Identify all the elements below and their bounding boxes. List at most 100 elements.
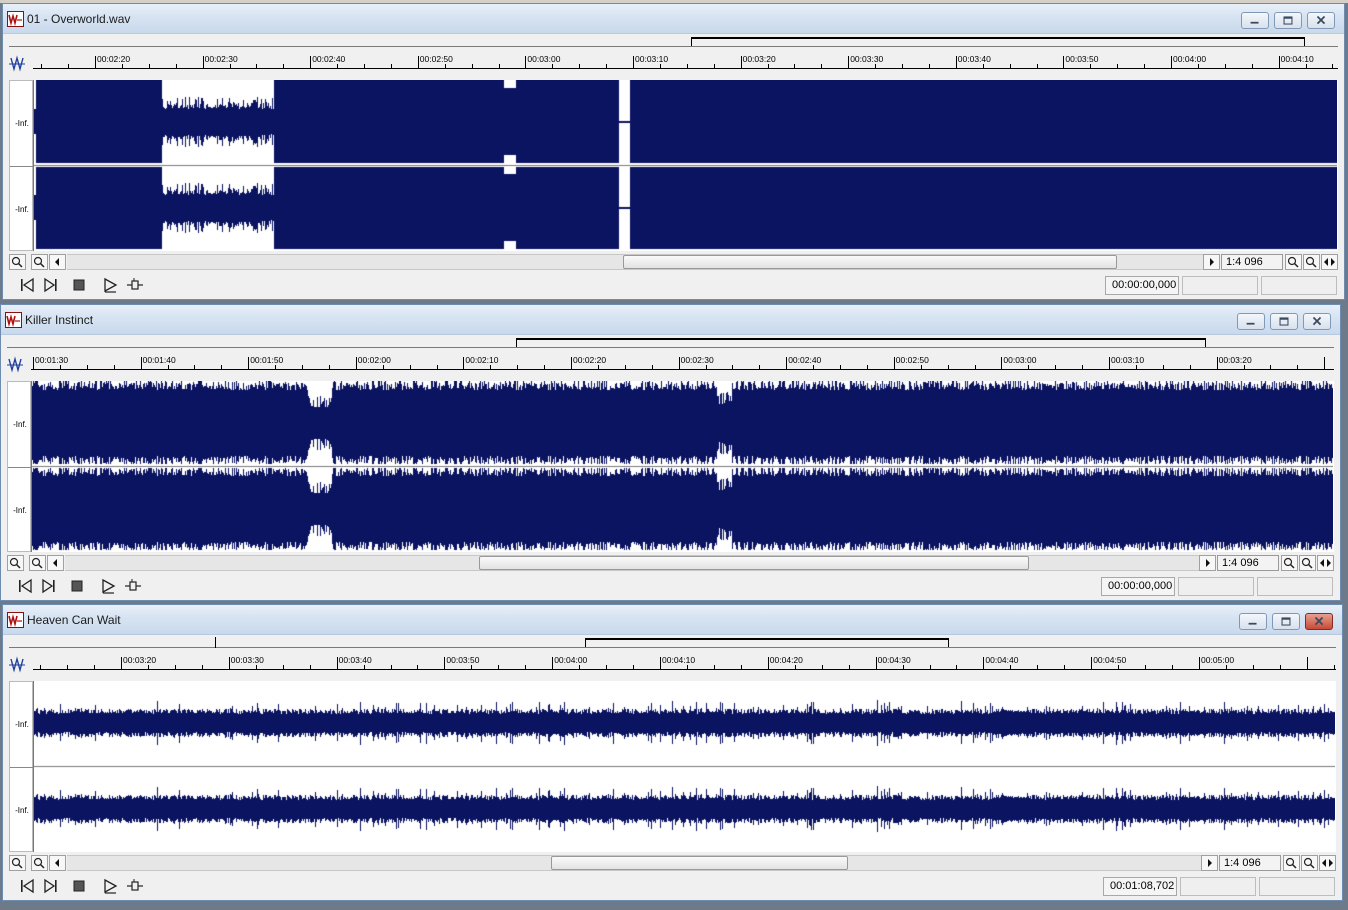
zoom-vertical-button[interactable] [1299,555,1316,571]
waveform-canvas[interactable] [32,381,1333,552]
scroll-left-button[interactable] [49,855,66,871]
time-ruler[interactable]: 00:01:30 00:01:40 00:01:50 00:02:00 00:02:10… [1,351,1340,379]
go-to-start-button[interactable] [15,577,35,595]
magnifier-icon [11,857,23,869]
triangle-left-icon [55,258,59,266]
time-ruler[interactable]: 00:03:20 00:03:30 00:03:40 00:03:50 00:04:00… [3,651,1342,679]
zoom-out-button[interactable] [9,855,26,871]
ruler-tick [786,357,788,369]
scroll-right-button[interactable] [1199,555,1216,571]
magnifier-icon [9,557,21,569]
go-to-end-icon [44,878,57,894]
close-button[interactable] [1307,12,1335,29]
waveform-display[interactable] [33,80,1338,251]
close-button[interactable] [1303,313,1331,330]
waveform-display[interactable] [33,681,1336,852]
title-bar[interactable]: Killer Instinct [1,305,1340,335]
stop-button[interactable] [69,877,89,895]
go-to-end-button[interactable] [41,877,61,895]
loop-button[interactable] [123,577,143,595]
audio-window-killer-instinct[interactable]: Killer Instinct 00:01:30 00:01:40 00:01:50… [0,304,1341,601]
zoom-toggle-button[interactable] [1319,855,1336,871]
ruler-tick [417,56,419,68]
zoom-ratio[interactable]: 1:4 096 [1221,254,1283,270]
zoom-fit-button[interactable] [1283,855,1300,871]
magnifier-icon [1283,557,1295,569]
waveform-display[interactable] [31,381,1334,552]
zoom-fit-button[interactable] [1281,555,1298,571]
scrollbar-thumb[interactable] [479,556,1029,570]
zoom-toggle-button[interactable] [1317,555,1334,571]
triangle-left-icon [55,859,59,867]
overview-visible-range[interactable] [691,37,1305,46]
ruler-format-icon[interactable] [9,55,25,72]
magnifier-icon [1287,256,1299,268]
loop-button[interactable] [125,877,145,895]
go-to-end-button[interactable] [41,276,61,294]
ruler-tick [95,56,96,68]
time-display[interactable]: 00:00:00,000 [1105,276,1179,295]
zoom-out-button[interactable] [7,555,24,571]
maximize-button[interactable] [1274,12,1302,29]
overview-visible-range[interactable] [516,338,1206,347]
play-button[interactable] [99,577,119,595]
loop-button[interactable] [125,276,145,294]
scroll-left-button[interactable] [47,555,64,571]
zoom-out-button[interactable] [9,254,26,270]
ruler-tick [1199,657,1200,669]
maximize-button[interactable] [1272,613,1300,630]
scrollbar-thumb[interactable] [551,856,848,870]
go-to-start-button[interactable] [17,276,37,294]
go-to-end-button[interactable] [39,577,59,595]
waveform-canvas[interactable] [34,80,1337,251]
play-button[interactable] [101,877,121,895]
audio-window-heaven-can-wait[interactable]: Heaven Can Wait 00:03:20 00:03:30 00:03:40… [2,604,1343,901]
zoom-in-button[interactable] [31,855,48,871]
overview-bar[interactable] [1,335,1340,351]
scrollbar-thumb[interactable] [623,255,1117,269]
scroll-left-button[interactable] [49,254,66,270]
zoom-vertical-button[interactable] [1301,855,1318,871]
zoom-fit-button[interactable] [1285,254,1302,270]
time-ruler[interactable]: 00:02:20 00:02:30 00:02:40 00:02:50 00:03:00… [3,50,1344,78]
play-button[interactable] [101,276,121,294]
magnifier-icon [33,256,45,268]
overview-visible-range[interactable] [585,638,949,647]
horizontal-scrollbar[interactable] [67,855,1201,871]
stop-button[interactable] [69,276,89,294]
transport-row: 00:00:00,000 [7,573,1334,599]
minimize-button[interactable] [1237,313,1265,330]
ruler-format-icon[interactable] [7,356,23,373]
go-to-start-button[interactable] [17,877,37,895]
minimize-button[interactable] [1241,12,1269,29]
ruler-format-icon[interactable] [9,656,25,673]
title-bar[interactable]: Heaven Can Wait [3,605,1342,635]
close-button[interactable] [1305,613,1333,630]
time-display[interactable]: 00:00:00,000 [1101,577,1175,596]
maximize-button[interactable] [1270,313,1298,330]
zoom-in-button[interactable] [29,555,46,571]
zoom-toggle-button[interactable] [1321,254,1338,270]
scroll-right-button[interactable] [1203,254,1220,270]
ruler-tick [228,657,230,669]
ruler-tick [444,657,446,669]
overview-track [9,46,1338,47]
zoom-vertical-button[interactable] [1303,254,1320,270]
audio-window-overworld[interactable]: 01 - Overworld.wav 00:02:20 00:02:30 00:02… [2,3,1345,300]
zoom-in-button[interactable] [31,254,48,270]
horizontal-scrollbar[interactable] [65,555,1199,571]
time-display[interactable]: 00:01:08,702 [1103,877,1177,896]
waveform-canvas[interactable] [34,681,1335,852]
title-bar[interactable]: 01 - Overworld.wav [3,4,1344,34]
channel-separator [10,767,34,768]
scroll-right-button[interactable] [1201,855,1218,871]
triangle-left-icon [53,559,57,567]
stop-button[interactable] [67,577,87,595]
zoom-ratio[interactable]: 1:4 096 [1219,855,1281,871]
minimize-button[interactable] [1239,613,1267,630]
zoom-ratio[interactable]: 1:4 096 [1217,555,1279,571]
overview-bar[interactable] [3,34,1344,50]
horizontal-scrollbar[interactable] [67,254,1203,270]
ruler-time-label: 00:03:00 [1003,355,1037,365]
overview-bar[interactable] [3,635,1342,651]
